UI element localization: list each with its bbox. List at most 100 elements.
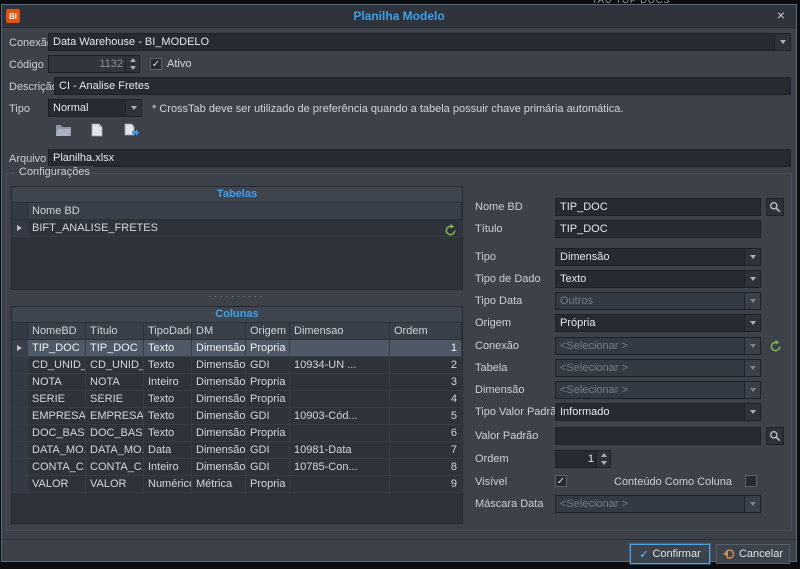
cell-dm[interactable]: Dimensão (192, 374, 246, 391)
search-icon[interactable] (766, 427, 784, 445)
tipo-detail-combo[interactable]: Dimensão (555, 248, 761, 266)
cell-origem[interactable]: Propria (246, 391, 290, 408)
splitter-handle[interactable]: ·········· (11, 294, 463, 300)
table-row[interactable]: TIP_DOCTIP_DOCTextoDimensãoPropria1 (12, 340, 462, 357)
refresh-icon[interactable] (766, 337, 784, 355)
tipo-combo[interactable]: Normal (48, 99, 142, 117)
cell-nome[interactable]: VALOR (28, 476, 86, 493)
cell-nome[interactable]: CONTA_C... (28, 459, 86, 476)
cell-dimensao[interactable] (290, 425, 390, 442)
cell-origem[interactable]: Propria (246, 374, 290, 391)
cell-titulo[interactable]: CD_UNID_... (86, 357, 144, 374)
cell-origem[interactable]: Propria (246, 340, 290, 357)
search-icon[interactable] (766, 198, 784, 216)
cell-nome[interactable]: NOTA (28, 374, 86, 391)
column-header[interactable]: Ordem (390, 323, 462, 340)
open-file-icon[interactable] (50, 119, 76, 141)
cell-tipodado[interactable]: Data (144, 442, 192, 459)
table-row[interactable]: VALORVALORNuméricoMétricaPropria9 (12, 476, 462, 493)
column-header[interactable]: Origem (246, 323, 290, 340)
cell-titulo[interactable]: TIP_DOC (86, 340, 144, 357)
cell-dm[interactable]: Dimensão (192, 357, 246, 374)
cell-nome[interactable]: SERIE (28, 391, 86, 408)
origem-combo[interactable]: Própria (555, 314, 761, 332)
table-row[interactable]: SERIESERIETextoDimensãoPropria4 (12, 391, 462, 408)
cell-dm[interactable]: Dimensão (192, 425, 246, 442)
cell-origem[interactable]: GDI (246, 442, 290, 459)
cell-origem[interactable]: GDI (246, 459, 290, 476)
cell-nome[interactable]: CD_UNID_... (28, 357, 86, 374)
cell-dimensao[interactable]: 10785-Con... (290, 459, 390, 476)
chevron-down-icon[interactable] (744, 315, 760, 331)
cell-titulo[interactable]: DOC_BASE (86, 425, 144, 442)
close-icon[interactable]: × (772, 6, 790, 24)
table-row[interactable]: BIFT_ANALISE_FRETES (12, 220, 462, 237)
arquivo-input[interactable]: Planilha.xlsx (48, 149, 791, 167)
cell-dimensao[interactable]: 10934-UN ... (290, 357, 390, 374)
cell-titulo[interactable]: VALOR (86, 476, 144, 493)
cell-ordem[interactable]: 9 (390, 476, 462, 493)
cell-tipodado[interactable]: Texto (144, 340, 192, 357)
cell-tipodado[interactable]: Texto (144, 391, 192, 408)
cell-titulo[interactable]: CONTA_C... (86, 459, 144, 476)
cell-ordem[interactable]: 7 (390, 442, 462, 459)
table-row[interactable]: DATA_MO...DATA_MO...DataDimensãoGDI10981… (12, 442, 462, 459)
checkbox-check-icon[interactable]: ✓ (555, 475, 567, 487)
cell-nome-bd[interactable]: BIFT_ANALISE_FRETES (28, 220, 462, 237)
visivel-checkbox[interactable]: ✓ (555, 474, 567, 488)
nome-bd-input[interactable]: TIP_DOC (555, 198, 761, 216)
table-row[interactable]: CD_UNID_...CD_UNID_...TextoDimensãoGDI10… (12, 357, 462, 374)
ordem-spinner[interactable]: 1 (555, 450, 611, 468)
chevron-down-icon[interactable] (125, 100, 141, 116)
chevron-down-icon[interactable] (744, 404, 760, 420)
cell-tipodado[interactable]: Texto (144, 425, 192, 442)
cancelar-button[interactable]: Cancelar (716, 544, 790, 564)
table-row[interactable]: NOTANOTAInteiroDimensãoPropria3 (12, 374, 462, 391)
cell-ordem[interactable]: 8 (390, 459, 462, 476)
titulo-input[interactable]: TIP_DOC (555, 220, 761, 238)
column-header[interactable]: TipoDado (144, 323, 192, 340)
cell-dm[interactable]: Dimensão (192, 391, 246, 408)
cell-dimensao[interactable] (290, 391, 390, 408)
chevron-down-icon[interactable] (774, 34, 790, 50)
ativo-checkbox[interactable]: ✓ Ativo (150, 57, 191, 71)
cell-ordem[interactable]: 4 (390, 391, 462, 408)
chevron-down-icon[interactable] (744, 271, 760, 287)
table-row[interactable]: EMPRESAEMPRESATextoDimensãoGDI10903-Cód.… (12, 408, 462, 425)
valor-padrao-input[interactable] (555, 427, 761, 445)
cell-dimensao[interactable] (290, 340, 390, 357)
cell-ordem[interactable]: 3 (390, 374, 462, 391)
cell-tipodado[interactable]: Texto (144, 408, 192, 425)
cell-titulo[interactable]: SERIE (86, 391, 144, 408)
checkbox-check-icon[interactable]: ✓ (150, 58, 162, 70)
new-file-icon[interactable] (84, 119, 110, 141)
cell-tipodado[interactable]: Inteiro (144, 374, 192, 391)
chevron-down-icon[interactable] (744, 249, 760, 265)
column-header[interactable]: Título (86, 323, 144, 340)
cell-dimensao[interactable] (290, 374, 390, 391)
cell-ordem[interactable]: 5 (390, 408, 462, 425)
cell-tipodado[interactable]: Inteiro (144, 459, 192, 476)
cell-dm[interactable]: Dimensão (192, 408, 246, 425)
cell-nome[interactable]: DOC_BASE (28, 425, 86, 442)
conteudo-como-coluna-checkbox[interactable] (745, 474, 757, 488)
cell-dm[interactable]: Dimensão (192, 442, 246, 459)
cell-dm[interactable]: Dimensão (192, 340, 246, 357)
cell-ordem[interactable]: 2 (390, 357, 462, 374)
codigo-spinner[interactable]: 1132 (48, 55, 140, 73)
cell-origem[interactable]: GDI (246, 357, 290, 374)
cell-dimensao[interactable]: 10903-Cód... (290, 408, 390, 425)
spin-buttons[interactable] (596, 451, 610, 467)
cell-dm[interactable]: Dimensão (192, 459, 246, 476)
refresh-icon[interactable] (441, 221, 459, 239)
tipo-valor-padrao-combo[interactable]: Informado (555, 403, 761, 421)
cell-nome[interactable]: EMPRESA (28, 408, 86, 425)
cell-ordem[interactable]: 6 (390, 425, 462, 442)
column-header-nome-bd[interactable]: Nome BD (28, 203, 462, 220)
cell-dimensao[interactable] (290, 476, 390, 493)
cell-titulo[interactable]: EMPRESA (86, 408, 144, 425)
cell-titulo[interactable]: NOTA (86, 374, 144, 391)
confirmar-button[interactable]: ✓ Confirmar (630, 544, 710, 564)
cell-dimensao[interactable]: 10981-Data (290, 442, 390, 459)
conexao-combo[interactable]: Data Warehouse - BI_MODELO (48, 33, 791, 51)
